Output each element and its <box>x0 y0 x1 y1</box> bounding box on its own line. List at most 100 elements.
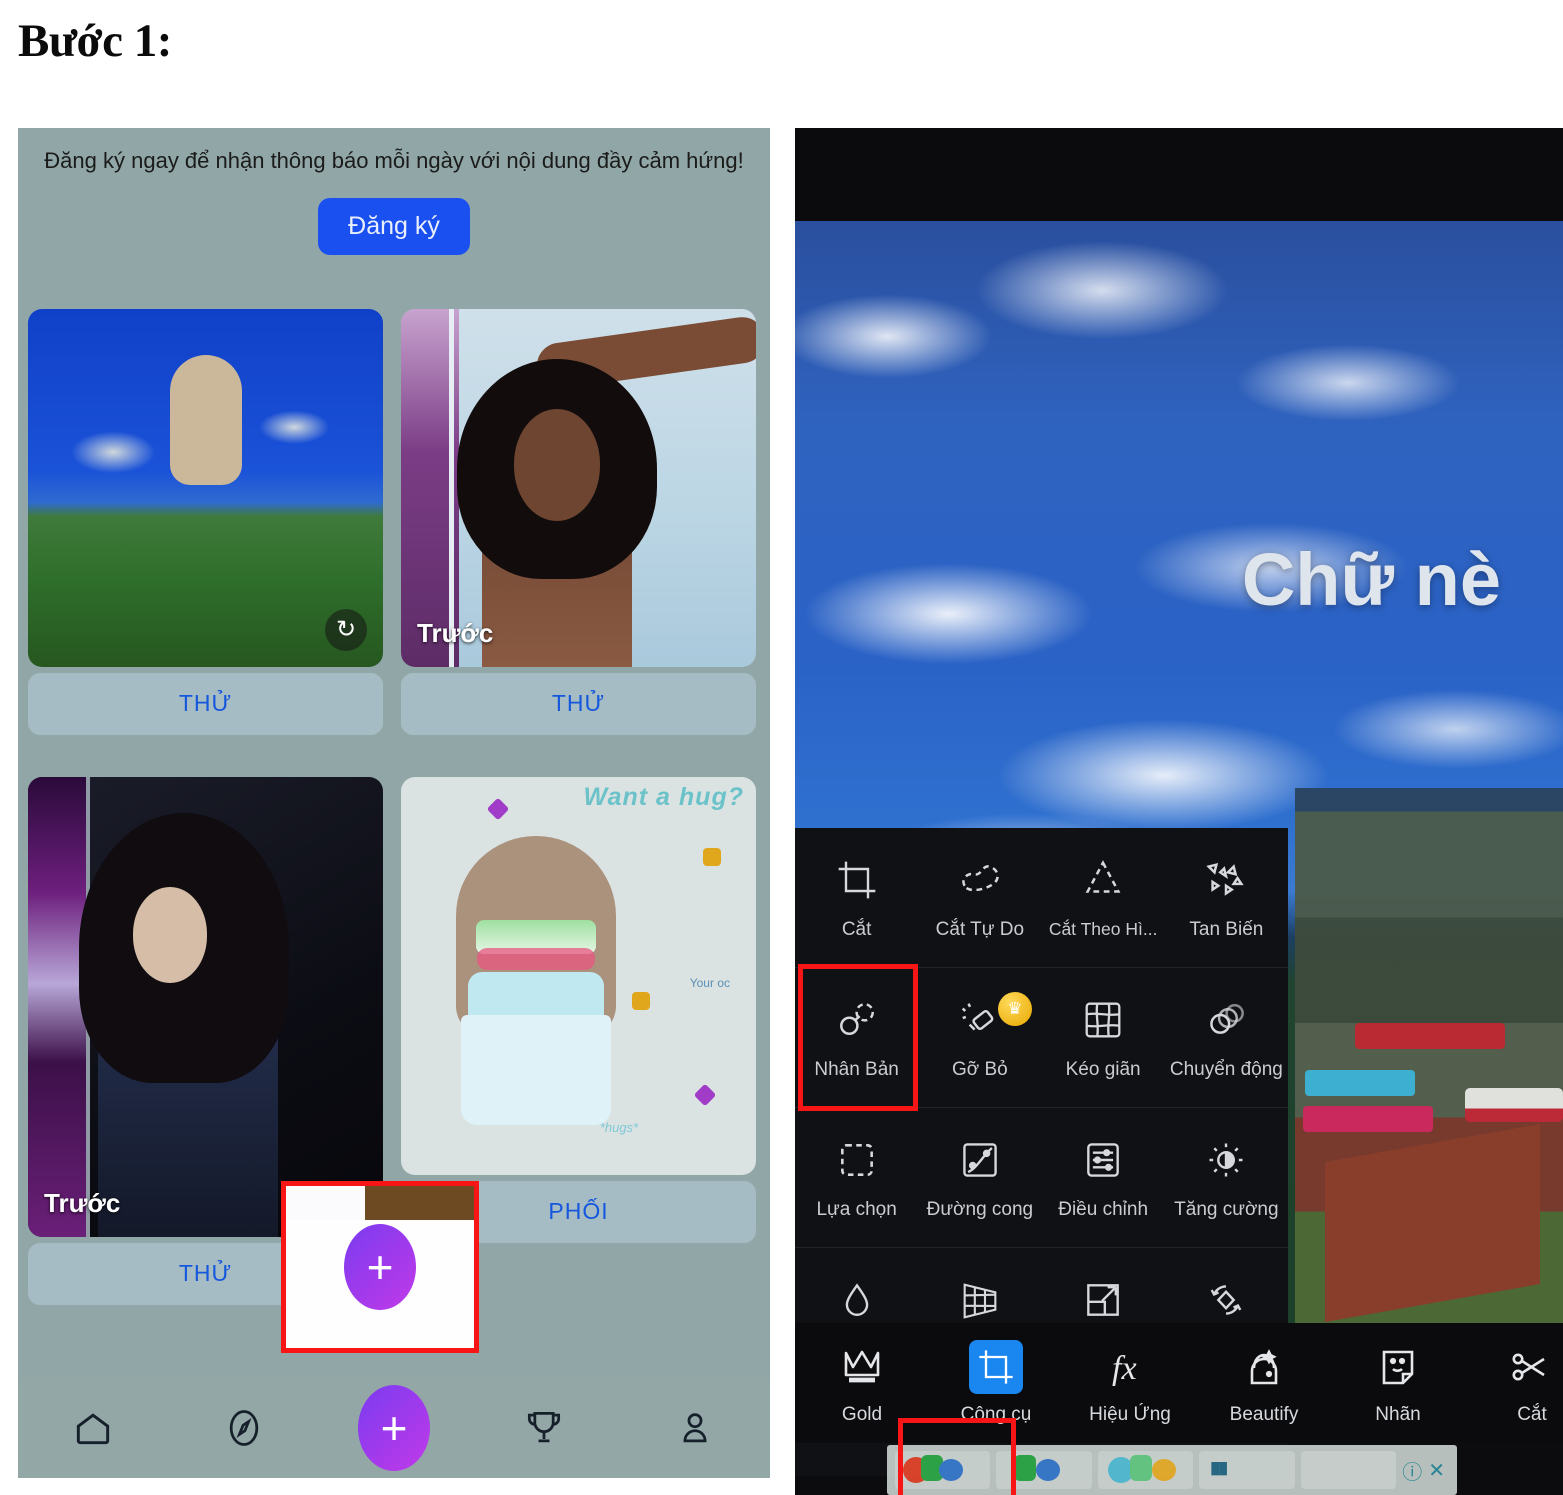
toolbar-label: Beautify <box>1229 1404 1299 1425</box>
tool-cat[interactable]: Cắt <box>795 828 918 967</box>
sticker-icon <box>1371 1340 1425 1394</box>
toolbar-item-tools[interactable]: Công cụ <box>929 1340 1063 1426</box>
svg-text:fx: fx <box>1112 1350 1137 1387</box>
tool-nhan-ban[interactable]: Nhân Bản <box>795 968 918 1107</box>
sticker-chip[interactable] <box>1097 1451 1194 1489</box>
toolbar-item-effects[interactable]: fx Hiệu Ứng <box>1063 1340 1197 1426</box>
lasso-icon <box>955 855 1005 905</box>
home-icon <box>71 1406 115 1450</box>
tool-cat-tu-do[interactable]: Cắt Tự Do <box>918 828 1041 967</box>
screenshot-root: Bước 1: Đăng ký ngay để nhận thông báo m… <box>0 0 1563 1495</box>
template-card-2[interactable]: Trước THỬ <box>401 308 756 735</box>
compass-icon <box>222 1406 266 1450</box>
sticker-title-text: Want a hug? <box>583 782 744 811</box>
close-icon[interactable]: ✕ <box>1428 1458 1445 1483</box>
sticker-strip-actions[interactable]: ⓘ ✕ <box>1402 1456 1449 1485</box>
replay-icon[interactable]: ↻ <box>325 608 367 651</box>
promo-text: Đăng ký ngay để nhận thông báo mỗi ngày … <box>44 148 744 173</box>
sticker-chip[interactable]: ██ <box>1199 1451 1295 1489</box>
tool-label: Cắt Theo Hì... <box>1048 919 1158 939</box>
nav-item-create[interactable]: + <box>319 1385 469 1471</box>
sticker-chip[interactable] <box>895 1451 991 1489</box>
clone-icon <box>832 995 882 1045</box>
template-card-1[interactable]: ↻ THỬ <box>28 308 383 735</box>
tool-tan-bien[interactable]: Tan Biến <box>1165 828 1288 967</box>
info-icon[interactable]: ⓘ <box>1402 1456 1422 1485</box>
toolbar-item-gold[interactable]: Gold <box>795 1340 929 1426</box>
tools-crop-icon <box>969 1340 1023 1394</box>
crop-icon <box>832 855 882 905</box>
sticker-chip[interactable] <box>1300 1451 1397 1489</box>
editor-topbar <box>795 128 1563 221</box>
template-thumbnail-3[interactable]: Trước <box>28 776 383 1237</box>
tools-row-3: Lựa chọn Đường cong Điều chỉnh Tăng cườn… <box>795 1108 1288 1248</box>
tool-label: Tan Biến <box>1189 918 1264 940</box>
perspective-icon <box>955 1276 1005 1326</box>
sticker-preview-strip[interactable]: ██ ⓘ ✕ <box>887 1445 1457 1495</box>
tools-row-2: Nhân Bản ♛ Gỡ Bỏ Kéo giãn Chuyển động <box>795 968 1288 1108</box>
tool-label: Gỡ Bỏ <box>951 1058 1008 1080</box>
stretch-icon <box>1078 995 1128 1045</box>
tool-lua-chon[interactable]: Lựa chọn <box>795 1108 918 1247</box>
plus-icon[interactable]: + <box>358 1385 431 1471</box>
tool-dieu-chinh[interactable]: Điều chỉnh <box>1042 1108 1165 1247</box>
nav-item-home[interactable] <box>18 1406 168 1450</box>
toolbar-label: Cắt <box>1517 1404 1547 1425</box>
tool-label: Cắt Tự Do <box>935 918 1025 940</box>
toolbar-label: Nhãn <box>1375 1404 1421 1425</box>
fx-icon: fx <box>1103 1340 1157 1394</box>
try-button-1[interactable]: THỬ <box>28 672 383 735</box>
nav-item-profile[interactable] <box>620 1406 770 1450</box>
flip-rotate-icon <box>1201 1275 1251 1325</box>
tool-label: Cắt <box>841 918 872 940</box>
tool-duong-cong[interactable]: Đường cong <box>918 1108 1041 1247</box>
person-icon <box>673 1406 717 1450</box>
tool-keo-gian[interactable]: Kéo giãn <box>1042 968 1165 1107</box>
cut-icon <box>1505 1340 1559 1394</box>
toolbar-label: Hiệu Ứng <box>1089 1404 1171 1425</box>
highlight-create-button: + <box>281 1181 479 1353</box>
photo-portrait-sky <box>401 308 756 667</box>
left-bottom-nav: + <box>18 1378 770 1478</box>
photo-chibi-sticker: Want a hug? Your oc *hugs* <box>401 776 756 1175</box>
photo-blue-field <box>28 308 383 667</box>
sticker-chip[interactable] <box>996 1451 1092 1489</box>
tool-label: Chuyển động <box>1169 1058 1283 1080</box>
subscribe-button[interactable]: Đăng ký <box>318 197 470 255</box>
tool-label: Điều chỉnh <box>1058 1198 1149 1220</box>
shape-cut-icon <box>1078 855 1128 905</box>
tool-go-bo[interactable]: ♛ Gỡ Bỏ <box>918 968 1041 1107</box>
highlight-strip-decor <box>286 1186 474 1220</box>
tool-label: Lựa chọn <box>816 1198 897 1220</box>
enhance-icon <box>1201 1135 1251 1185</box>
canvas-text-layer[interactable]: Chữ nè <box>1242 537 1501 622</box>
tool-tang-cuong[interactable]: Tăng cường <box>1165 1108 1288 1247</box>
selection-icon <box>832 1135 882 1185</box>
tilt-shift-icon <box>832 1276 882 1326</box>
curves-icon <box>955 1135 1005 1185</box>
toolbar-item-cut[interactable]: Cắt <box>1465 1340 1563 1426</box>
page-title: Bước 1: <box>18 15 172 67</box>
resize-icon <box>1078 1275 1128 1325</box>
template-thumbnail-2[interactable]: Trước <box>401 308 756 667</box>
tool-cat-theo-hinh[interactable]: Cắt Theo Hì... <box>1042 828 1165 967</box>
template-grid: ↻ THỬ Trước THỬ Trước THỬ Want a hug? Yo… <box>18 308 770 1305</box>
try-button-2[interactable]: THỬ <box>401 672 756 735</box>
before-label-3: Trước <box>44 1187 121 1218</box>
photo-dark-portrait <box>28 776 383 1237</box>
toolbar-item-stickers[interactable]: Nhãn <box>1331 1340 1465 1426</box>
beautify-icon <box>1237 1340 1291 1394</box>
toolbar-label: Công cụ <box>960 1404 1032 1425</box>
toolbar-item-beautify[interactable]: Beautify <box>1197 1340 1331 1426</box>
sticker-side-text: Your oc <box>689 975 730 990</box>
template-row-1: ↻ THỬ Trước THỬ <box>28 308 760 735</box>
nav-item-challenges[interactable] <box>469 1406 619 1450</box>
template-thumbnail-1[interactable]: ↻ <box>28 308 383 667</box>
tool-chuyen-dong[interactable]: Chuyển động <box>1165 968 1288 1107</box>
motion-icon <box>1201 995 1251 1045</box>
nav-item-discover[interactable] <box>168 1406 318 1450</box>
template-thumbnail-4[interactable]: Want a hug? Your oc *hugs* <box>401 776 756 1175</box>
tools-row-1: Cắt Cắt Tự Do Cắt Theo Hì... Tan Biến <box>795 828 1288 968</box>
plus-icon-highlighted[interactable]: + <box>344 1224 416 1310</box>
trophy-icon <box>522 1406 566 1450</box>
